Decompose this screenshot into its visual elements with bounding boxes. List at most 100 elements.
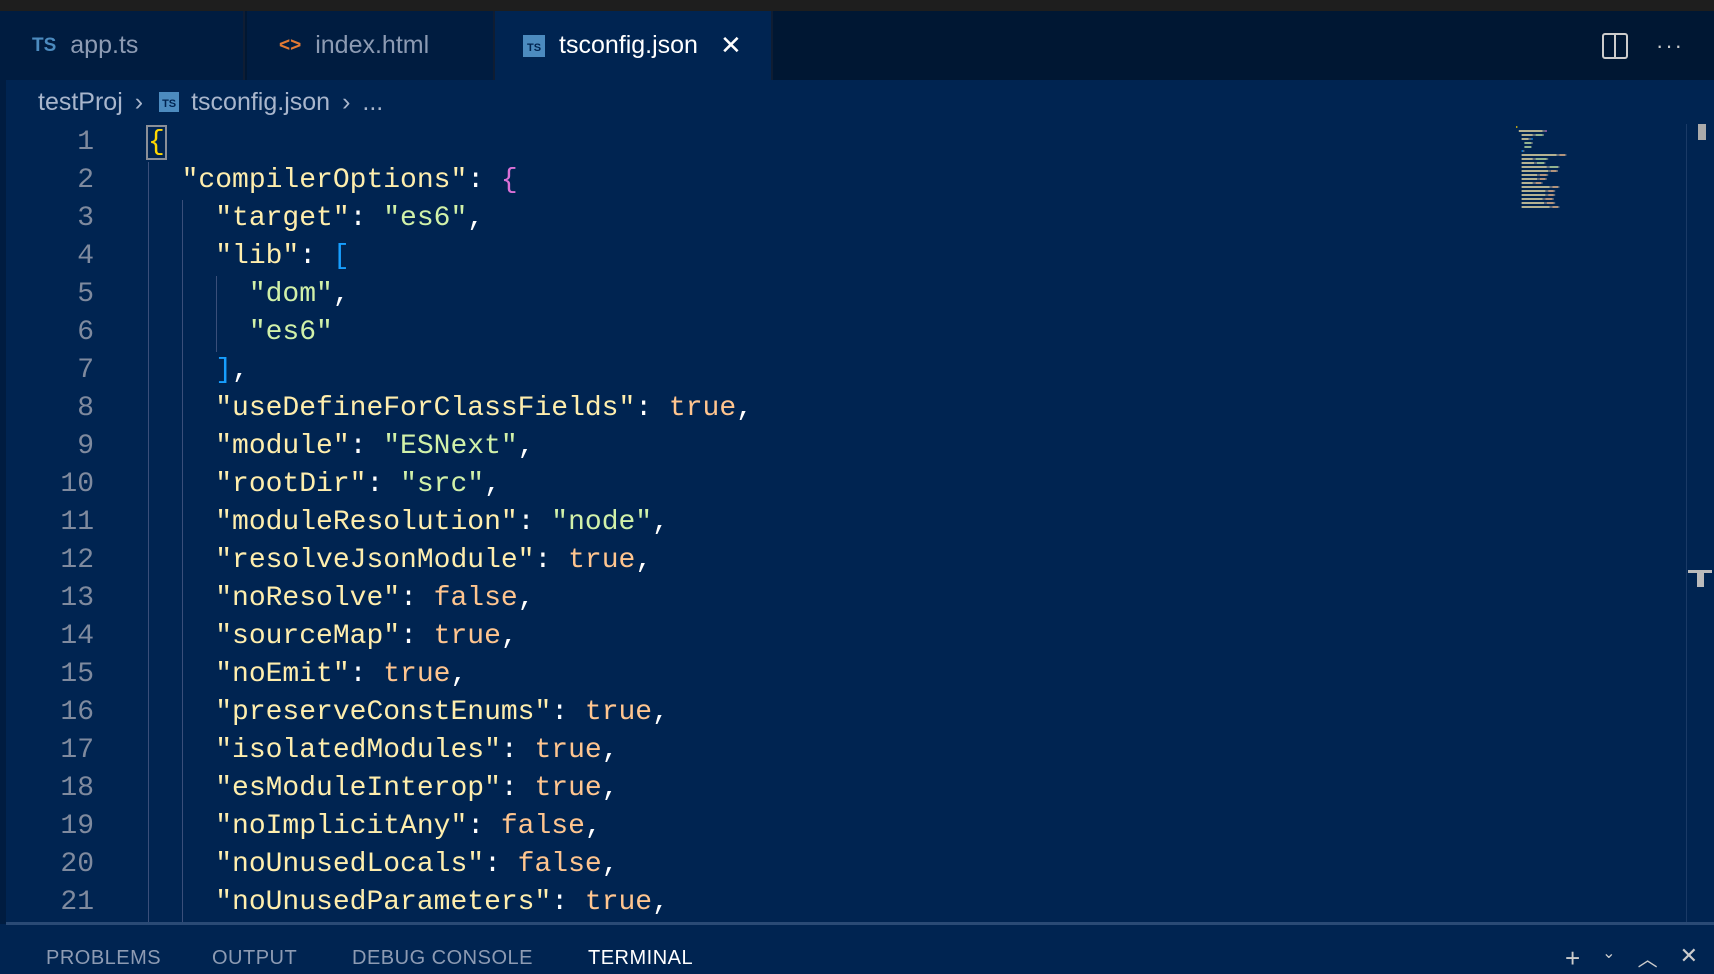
minimap-mark	[1545, 198, 1553, 200]
code-line: 3 "target": "es6",	[6, 200, 1506, 238]
minimap-mark	[1532, 134, 1536, 136]
line-code: "target": "es6",	[148, 200, 484, 238]
breadcrumb-folder[interactable]: testProj	[38, 88, 123, 117]
line-code: "moduleResolution": "node",	[148, 504, 669, 542]
code-token: "es6"	[248, 317, 333, 348]
minimap-mark	[1534, 162, 1537, 164]
scrollbar-thumb[interactable]	[1698, 124, 1706, 140]
code-token: :	[400, 621, 434, 652]
minimap-mark	[1537, 178, 1540, 180]
panel-tab-problems[interactable]: PROBLEMS	[46, 947, 161, 970]
code-token: ,	[332, 279, 350, 310]
code-token: true	[383, 659, 451, 690]
line-code: "rootDir": "src",	[148, 466, 501, 504]
line-code: "compilerOptions": {	[148, 162, 518, 200]
code-line: 8 "useDefineForClassFields": true,	[6, 390, 1506, 428]
code-line: 5 "dom",	[6, 276, 1506, 314]
code-token: true	[433, 621, 501, 652]
minimap-mark	[1549, 166, 1558, 168]
minimap-mark	[1521, 186, 1550, 188]
minimap-mark	[1521, 198, 1543, 200]
more-actions-icon[interactable]: ···	[1656, 33, 1684, 59]
panel-tab-output[interactable]: OUTPUT	[212, 947, 297, 970]
add-terminal-icon[interactable]: +	[1565, 943, 1580, 974]
line-number: 2	[77, 165, 94, 196]
line-code: "module": "ESNext",	[148, 428, 534, 466]
minimap-mark	[1521, 194, 1546, 196]
code-token: "sourceMap"	[215, 621, 401, 652]
minimap-mark	[1545, 178, 1547, 180]
minimap-mark	[1552, 186, 1558, 188]
minimap-mark	[1542, 134, 1544, 136]
minimap-mark	[1548, 194, 1554, 196]
line-number: 19	[60, 811, 94, 842]
code-token: false	[500, 811, 585, 842]
code-token: "src"	[400, 469, 485, 500]
code-token: ,	[467, 203, 485, 234]
minimap-mark	[1541, 182, 1543, 184]
panel-tab-debug-console[interactable]: DEBUG CONSOLE	[352, 947, 533, 970]
code-token: ,	[500, 621, 518, 652]
tsconfig-icon: TS	[523, 34, 545, 57]
line-number: 11	[60, 507, 94, 538]
tab-tsconfig-json[interactable]: TS tsconfig.json ✕	[495, 11, 773, 80]
chevron-down-icon[interactable]: ⌄	[1602, 943, 1615, 974]
minimap-mark	[1537, 174, 1540, 176]
tab-app-ts[interactable]: TS app.ts	[0, 11, 245, 80]
minimap-mark	[1521, 166, 1547, 168]
line-code: "lib": [	[148, 238, 349, 276]
minimap-mark	[1516, 126, 1518, 128]
minimap-mark	[1521, 150, 1523, 152]
code-token: :	[551, 887, 585, 918]
code-token: true	[534, 773, 602, 804]
minimap-mark	[1531, 142, 1533, 144]
minimap-mark	[1521, 178, 1537, 180]
code-token: :	[534, 545, 569, 576]
code-token: true	[568, 545, 636, 576]
minimap[interactable]	[1514, 124, 1686, 236]
minimap-mark	[1545, 190, 1549, 192]
minimap-mark	[1551, 170, 1557, 172]
minimap-mark	[1544, 162, 1546, 164]
line-number: 6	[77, 317, 94, 348]
code-token: :	[467, 165, 501, 196]
line-code: ],	[148, 352, 249, 390]
code-line: 17 "isolatedModules": true,	[6, 732, 1506, 770]
panel-tab-terminal[interactable]: TERMINAL	[588, 947, 693, 970]
code-token: :	[500, 773, 535, 804]
code-token: "noEmit"	[215, 659, 350, 690]
code-token: ,	[517, 583, 535, 614]
line-code: "isolatedModules": true,	[148, 732, 618, 770]
close-panel-icon[interactable]: ✕	[1680, 943, 1698, 974]
code-line: 12 "resolveJsonModule": true,	[6, 542, 1506, 580]
code-token: true	[668, 393, 737, 424]
code-token: :	[349, 659, 384, 690]
code-token: ,	[484, 469, 501, 500]
code-token: :	[517, 507, 552, 538]
split-editor-icon[interactable]	[1602, 32, 1629, 59]
line-number: 14	[60, 621, 94, 652]
minimap-mark	[1546, 174, 1549, 176]
line-code: "dom",	[148, 276, 350, 314]
code-token: ,	[652, 697, 669, 728]
minimap-mark	[1546, 166, 1550, 168]
code-editor[interactable]: 1{2 "compilerOptions": {3 "target": "es6…	[6, 124, 1686, 924]
minimap-mark	[1558, 206, 1560, 208]
maximize-panel-icon[interactable]: ︿	[1638, 943, 1658, 974]
breadcrumb-file[interactable]: tsconfig.json	[191, 88, 330, 117]
minimap-mark	[1556, 154, 1560, 156]
breadcrumb-symbol[interactable]: ...	[362, 88, 383, 117]
code-line: 13 "noResolve": false,	[6, 580, 1506, 618]
tab-label: index.html	[315, 31, 430, 59]
code-token: ,	[652, 507, 669, 538]
tab-index-html[interactable]: <> index.html	[247, 11, 495, 80]
vertical-scrollbar[interactable]	[1686, 124, 1714, 924]
code-token: "resolveJsonModule"	[215, 545, 535, 576]
code-token: {	[146, 125, 167, 160]
close-icon[interactable]: ✕	[720, 30, 742, 61]
html-code-icon: <>	[279, 34, 302, 56]
code-token: false	[517, 849, 602, 880]
